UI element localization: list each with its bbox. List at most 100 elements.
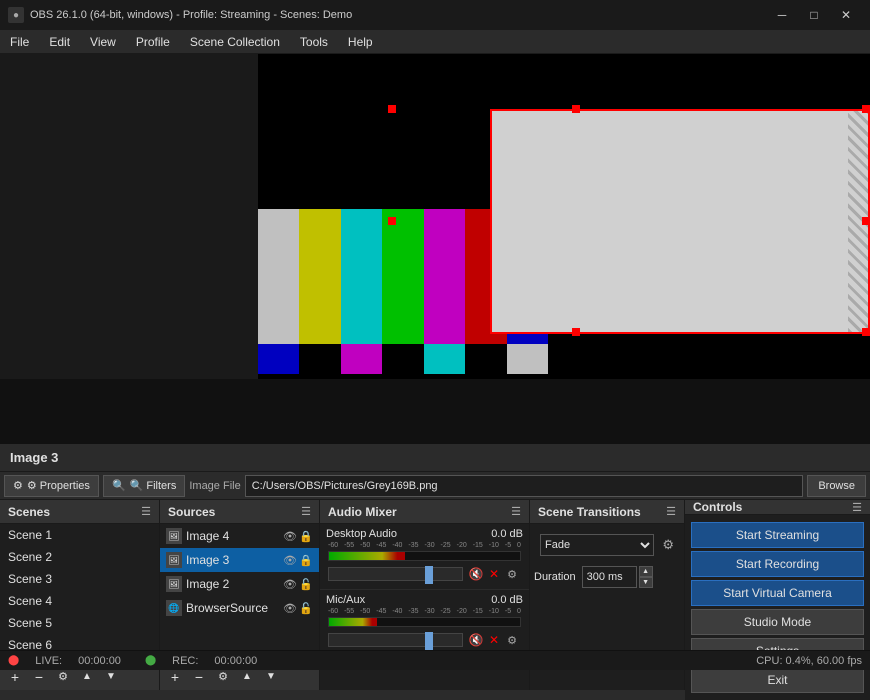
browse-button[interactable]: Browse [807, 475, 866, 497]
handle-top-right[interactable] [862, 105, 870, 113]
scene-item-1[interactable]: Scene 1 [0, 524, 159, 546]
controls-title: Controls [693, 500, 742, 514]
source-controls-bar: ⚙ ⚙ Properties 🔍 🔍 Filters Image File Br… [0, 472, 870, 500]
audio-title: Audio Mixer [328, 505, 397, 519]
transitions-menu-icon[interactable]: ☰ [666, 505, 676, 518]
transitions-title: Scene Transitions [538, 505, 641, 519]
handle-top-center[interactable] [572, 105, 580, 113]
maximize-button[interactable]: □ [798, 4, 830, 26]
controls-menu-icon[interactable]: ☰ [852, 501, 862, 514]
visibility-image4[interactable]: 👁 [283, 530, 297, 543]
audio-mic-fader[interactable] [328, 633, 463, 647]
start-recording-button[interactable]: Start Recording [691, 551, 864, 577]
start-virtual-camera-button[interactable]: Start Virtual Camera [691, 580, 864, 606]
image-path-input[interactable] [245, 475, 804, 497]
menu-view[interactable]: View [80, 30, 126, 54]
menubar: File Edit View Profile Scene Collection … [0, 30, 870, 54]
minimize-button[interactable]: ─ [766, 4, 798, 26]
source-item-image4[interactable]: 🖼 Image 4 👁 🔒 [160, 524, 319, 548]
audio-panel-header: Audio Mixer ☰ [320, 500, 529, 524]
audio-mic-meter-fill [329, 618, 377, 626]
preview-area [0, 54, 870, 444]
audio-desktop-thumb[interactable] [425, 566, 433, 584]
source-label-image4: Image 4 [186, 529, 229, 543]
visibility-image3[interactable]: 👁 [283, 554, 297, 567]
scene-item-3[interactable]: Scene 3 [0, 568, 159, 590]
rec-icon: ⬤ [145, 655, 156, 666]
audio-desktop-settings[interactable]: ⚙ [503, 565, 521, 583]
menu-edit[interactable]: Edit [39, 30, 80, 54]
handle-mid-right[interactable] [862, 217, 870, 225]
handle-bot-center[interactable] [572, 328, 580, 336]
handle-top-left[interactable] [388, 105, 396, 113]
audio-mic-mute[interactable]: 🔇 [467, 631, 485, 649]
lock-image4[interactable]: 🔒 [299, 530, 313, 543]
source-controls-image3: 👁 🔒 [283, 554, 313, 567]
titlebar-left: ● OBS 26.1.0 (64-bit, windows) - Profile… [8, 7, 352, 23]
duration-input[interactable] [582, 566, 637, 588]
lock-image2[interactable]: 🔓 [299, 578, 313, 591]
titlebar: ● OBS 26.1.0 (64-bit, windows) - Profile… [0, 0, 870, 30]
scene-item-5[interactable]: Scene 5 [0, 612, 159, 634]
handle-mid-left[interactable] [388, 217, 396, 225]
audio-desktop-mute[interactable]: 🔇 [467, 565, 485, 583]
visibility-browser[interactable]: 👁 [283, 602, 297, 615]
source-label-bar: Image 3 [0, 444, 870, 472]
audio-channel-mic: Mic/Aux 0.0 dB -60-55-50-45-40-35-30-25-… [320, 590, 529, 656]
menu-profile[interactable]: Profile [126, 30, 180, 54]
scenes-title: Scenes [8, 505, 50, 519]
colorbar-bottom [258, 344, 548, 374]
audio-desktop-controls: 🔇 ✕ ⚙ [326, 563, 523, 585]
audio-desktop-meter-fill [329, 552, 405, 560]
controls-buttons: Start Streaming Start Recording Start Vi… [685, 515, 870, 700]
duration-control: ▲ ▼ [582, 566, 653, 588]
source-item-browser[interactable]: 🌐 BrowserSource 👁 🔓 [160, 596, 319, 620]
transition-settings-button[interactable]: ⚙ [662, 537, 674, 553]
scene-item-2[interactable]: Scene 2 [0, 546, 159, 568]
audio-desktop-mute-icon: ✕ [489, 567, 499, 581]
properties-button[interactable]: ⚙ ⚙ Properties [4, 475, 99, 497]
lock-image3[interactable]: 🔒 [299, 554, 313, 567]
visibility-image2[interactable]: 👁 [283, 578, 297, 591]
live-label: LIVE: [35, 655, 62, 667]
filters-button[interactable]: 🔍 🔍 Filters [103, 475, 185, 497]
audio-desktop-fader[interactable] [328, 567, 463, 581]
source-item-image3[interactable]: 🖼 Image 3 👁 🔒 [160, 548, 319, 572]
start-streaming-button[interactable]: Start Streaming [691, 522, 864, 548]
meter-scale-desktop: -60-55-50-45-40-35-30-25-20-15-10-50 [326, 542, 523, 549]
transitions-panel-header: Scene Transitions ☰ [530, 500, 684, 524]
sources-menu-icon[interactable]: ☰ [301, 505, 311, 518]
audio-mic-meter [328, 617, 521, 627]
audio-mic-thumb[interactable] [425, 632, 433, 650]
source-icon-image4: 🖼 [166, 528, 182, 544]
audio-menu-icon[interactable]: ☰ [511, 505, 521, 518]
handle-bot-right[interactable] [862, 328, 870, 336]
source-controls-image2: 👁 🔓 [283, 578, 313, 591]
sources-list: 🖼 Image 4 👁 🔒 🖼 Image 3 👁 🔒 🖼 Image 2 [160, 524, 319, 662]
source-controls-browser: 👁 🔓 [283, 602, 313, 615]
scene-item-4[interactable]: Scene 4 [0, 590, 159, 612]
menu-help[interactable]: Help [338, 30, 383, 54]
scenes-list: Scene 1 Scene 2 Scene 3 Scene 4 Scene 5 … [0, 524, 159, 662]
scenes-menu-icon[interactable]: ☰ [141, 505, 151, 518]
lock-browser[interactable]: 🔓 [299, 602, 313, 615]
audio-mic-settings[interactable]: ⚙ [503, 631, 521, 649]
duration-down-button[interactable]: ▼ [639, 577, 653, 588]
transition-type-select[interactable]: Fade Cut Swipe Slide Stinger Fade to Col… [540, 534, 654, 556]
menu-tools[interactable]: Tools [290, 30, 338, 54]
filters-label: 🔍 Filters [130, 479, 177, 492]
studio-mode-button[interactable]: Studio Mode [691, 609, 864, 635]
app-icon: ● [8, 7, 24, 23]
menu-scene-collection[interactable]: Scene Collection [180, 30, 290, 54]
menu-file[interactable]: File [0, 30, 39, 54]
exit-button[interactable]: Exit [691, 667, 864, 693]
titlebar-controls[interactable]: ─ □ ✕ [766, 4, 862, 26]
properties-label: ⚙ Properties [27, 479, 90, 492]
sources-panel-header: Sources ☰ [160, 500, 319, 524]
audio-desktop-meter [328, 551, 521, 561]
audio-mic-controls: 🔇 ✕ ⚙ [326, 629, 523, 651]
close-button[interactable]: ✕ [830, 4, 862, 26]
rec-label: REC: [172, 655, 198, 667]
duration-up-button[interactable]: ▲ [639, 566, 653, 577]
source-item-image2[interactable]: 🖼 Image 2 👁 🔓 [160, 572, 319, 596]
